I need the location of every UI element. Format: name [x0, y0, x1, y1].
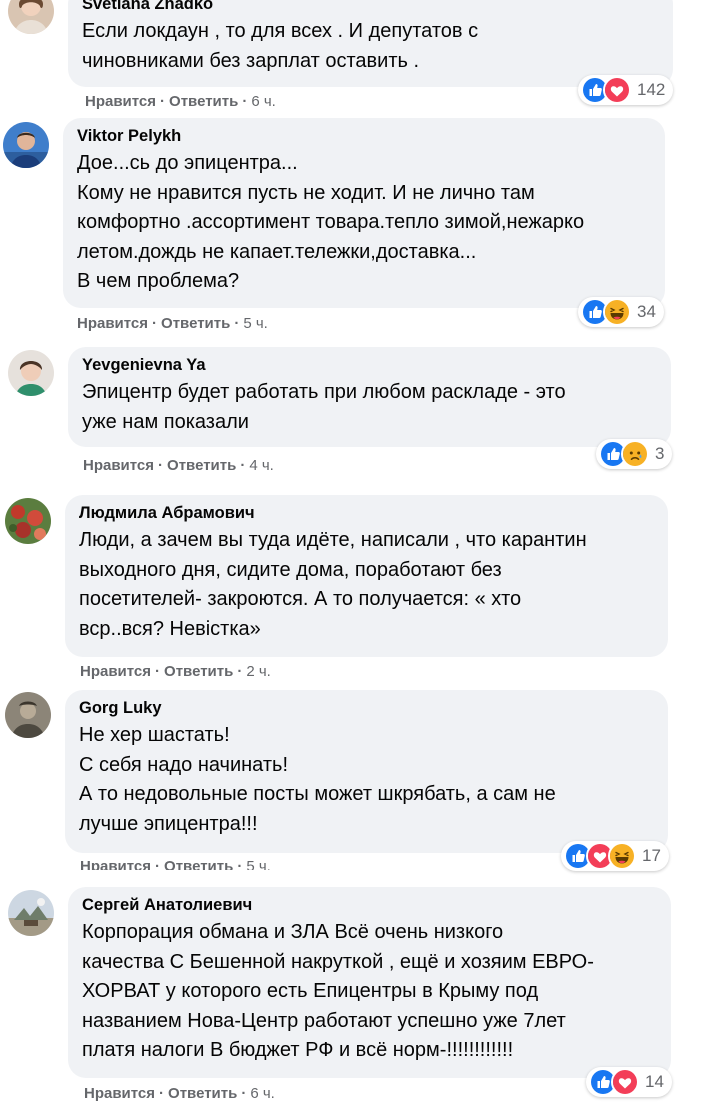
comment-time[interactable]: 5 ч.	[243, 315, 268, 332]
reaction-count: 17	[642, 846, 661, 865]
comment-author[interactable]: Людмила Абрамович	[79, 503, 654, 523]
like-button[interactable]: Нравится	[85, 93, 156, 110]
comment-bubble: Viktor Pelykh Дое...сь до эпицентра... К…	[63, 118, 665, 308]
comment-actions: Нравится · Ответить · 6 ч.	[84, 1085, 275, 1103]
reaction-count: 14	[645, 1072, 664, 1091]
separator: ·	[159, 1085, 165, 1102]
comment-text: Дое...сь до эпицентра... Кому не нравитс…	[77, 152, 585, 292]
love-icon	[611, 1068, 639, 1096]
comment-bubble: Людмила Абрамович Люди, а зачем вы туда …	[65, 495, 668, 657]
comment-time[interactable]: 5 ч.	[246, 858, 271, 870]
avatar[interactable]	[5, 692, 51, 738]
reaction-count: 34	[637, 302, 656, 321]
comment-actions: Нравится · Ответить · 5 ч.	[80, 858, 271, 870]
separator: ·	[234, 315, 240, 332]
comment-text: Не хер шастать! С себя надо начинать! А …	[79, 724, 556, 835]
reply-button[interactable]: Ответить	[164, 663, 233, 680]
love-icon	[603, 76, 631, 104]
avatar[interactable]	[8, 350, 54, 396]
separator: ·	[241, 1085, 247, 1102]
comment-author[interactable]: Gorg Luky	[79, 698, 654, 718]
comment-author[interactable]: Viktor Pelykh	[77, 126, 651, 146]
reply-button[interactable]: Ответить	[161, 315, 230, 332]
reply-button[interactable]: Ответить	[168, 1085, 237, 1102]
reaction-count: 142	[637, 80, 666, 99]
comment-actions: Нравится · Ответить · 2 ч.	[80, 663, 271, 681]
reactions-summary[interactable]: 14	[586, 1067, 672, 1097]
comment-text: Эпицентр будет работать при любом раскла…	[82, 381, 566, 433]
comment-author[interactable]: Svetlana Zhadko	[82, 0, 659, 14]
comment-bubble: Svetlana Zhadko Если локдаун , то для вс…	[68, 0, 673, 87]
haha-icon	[603, 298, 631, 326]
reactions-summary[interactable]: 3	[596, 439, 673, 469]
reactions-summary[interactable]: 34	[578, 297, 664, 327]
comment-author[interactable]: Yevgenievna Ya	[82, 355, 657, 375]
comment-time[interactable]: 2 ч.	[246, 663, 271, 680]
reply-button[interactable]: Ответить	[167, 457, 236, 474]
comment-time[interactable]: 4 ч.	[249, 457, 274, 474]
comment-time[interactable]: 6 ч.	[250, 1085, 275, 1102]
comment-actions: Нравится · Ответить · 5 ч.	[77, 315, 268, 333]
comment-author[interactable]: Сергей Анатолиевич	[82, 895, 657, 915]
comment-actions: Нравится · Ответить · 6 ч.	[85, 93, 276, 111]
separator: ·	[155, 663, 161, 680]
like-button[interactable]: Нравится	[77, 315, 148, 332]
comment-text: Корпорация обмана и ЗЛА Всё очень низког…	[82, 921, 594, 1061]
separator: ·	[240, 457, 246, 474]
avatar[interactable]	[8, 890, 54, 936]
comment-text: Люди, а зачем вы туда идёте, написали , …	[79, 529, 587, 640]
separator: ·	[158, 457, 164, 474]
reaction-count: 3	[655, 444, 665, 463]
avatar[interactable]	[3, 122, 49, 168]
separator: ·	[237, 663, 243, 680]
like-button[interactable]: Нравится	[83, 457, 154, 474]
like-button[interactable]: Нравится	[80, 663, 151, 680]
separator: ·	[237, 858, 243, 870]
reactions-summary[interactable]: 17	[561, 841, 669, 871]
comment-actions: Нравится · Ответить · 4 ч.	[83, 457, 274, 475]
separator: ·	[152, 315, 158, 332]
reactions-summary[interactable]: 142	[578, 75, 674, 105]
avatar[interactable]	[8, 0, 54, 34]
comment-text: Если локдаун , то для всех . И депутатов…	[82, 20, 479, 72]
avatar[interactable]	[5, 498, 51, 544]
comment-bubble: Gorg Luky Не хер шастать! С себя надо на…	[65, 690, 668, 853]
separator: ·	[160, 93, 166, 110]
separator: ·	[155, 858, 161, 870]
haha-icon	[608, 842, 636, 870]
comment-time[interactable]: 6 ч.	[251, 93, 276, 110]
separator: ·	[242, 93, 248, 110]
reply-button[interactable]: Ответить	[164, 858, 233, 870]
like-button[interactable]: Нравится	[84, 1085, 155, 1102]
comment-bubble: Сергей Анатолиевич Корпорация обмана и З…	[68, 887, 671, 1078]
sad-icon	[621, 440, 649, 468]
reply-button[interactable]: Ответить	[169, 93, 238, 110]
like-button[interactable]: Нравится	[80, 858, 151, 870]
comment-bubble: Yevgenievna Ya Эпицентр будет работать п…	[68, 347, 671, 447]
